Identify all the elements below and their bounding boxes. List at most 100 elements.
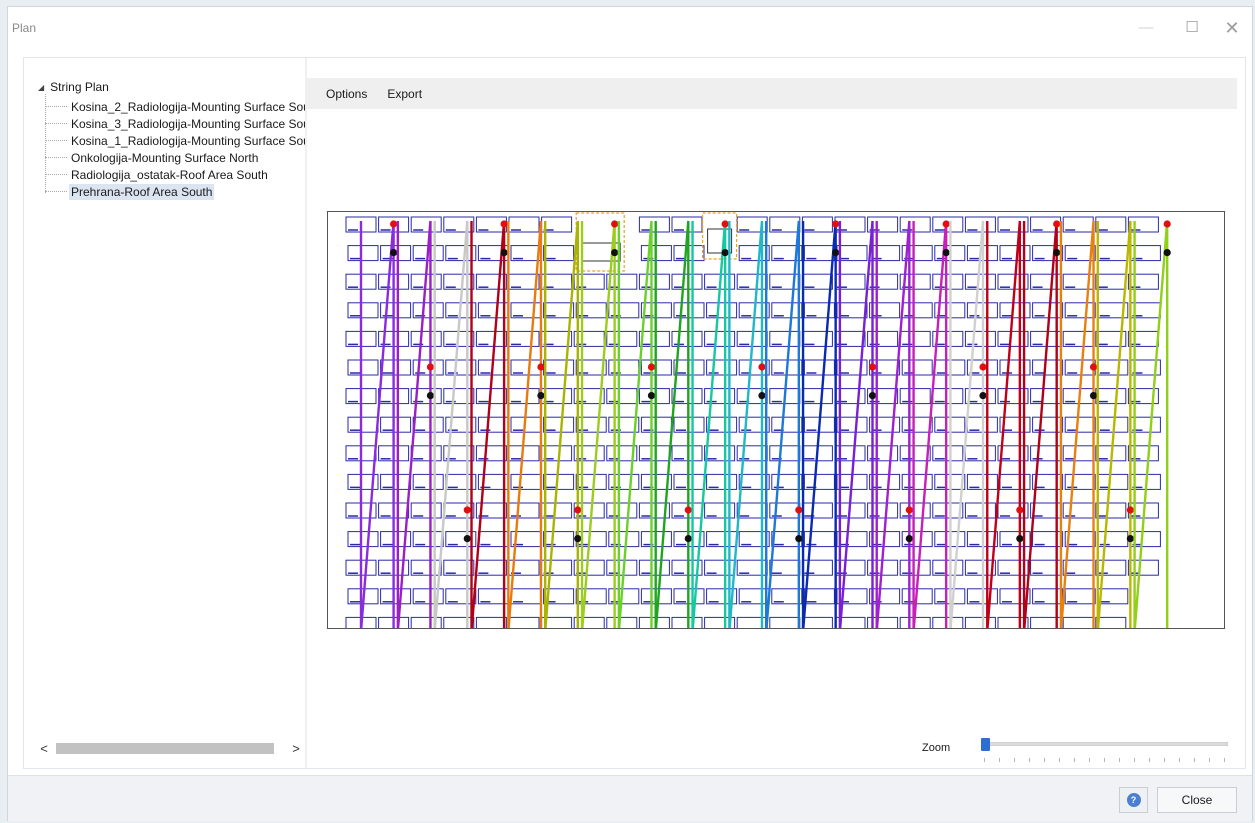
zoom-slider-thumb[interactable]: [981, 738, 990, 751]
tree-connector: [45, 140, 67, 141]
tree-item-kosina-2[interactable]: Kosina_2_Radiologija-Mounting Surface So…: [45, 98, 307, 115]
string-end-marker: [1126, 535, 1134, 543]
string-end-marker: [942, 249, 950, 257]
tree-item-label: Radiologija_ostatak-Roof Area South: [71, 167, 268, 182]
string-start-marker: [905, 506, 913, 514]
string-line: [359, 220, 395, 628]
zoom-tick: [1149, 758, 1150, 762]
pv-module: [769, 616, 801, 628]
pv-module: [1095, 616, 1127, 628]
string-end-marker: [795, 535, 803, 543]
plan-panel: Options Export Zoom: [307, 58, 1245, 768]
string-start-marker: [1163, 220, 1171, 228]
minimize-button[interactable]: —: [1126, 15, 1166, 41]
string-end-marker: [979, 392, 987, 400]
tree-item-radiologija-ostatak[interactable]: Radiologija_ostatak-Roof Area South: [45, 166, 307, 183]
string-start-marker: [463, 506, 471, 514]
string-start-marker: [942, 220, 950, 228]
tree-horizontal-scrollbar[interactable]: < >: [36, 740, 304, 757]
zoom-tick: [1089, 758, 1090, 762]
string-start-marker: [758, 363, 766, 371]
string-end-marker: [463, 535, 471, 543]
string-line: [1059, 220, 1095, 628]
string-start-marker: [721, 220, 729, 228]
string-end-marker: [647, 392, 656, 400]
string-end-marker: [832, 249, 840, 257]
tree-item-onkologija[interactable]: Onkologija-Mounting Surface North: [45, 149, 307, 166]
zoom-label: Zoom: [922, 742, 951, 754]
string-end-marker: [1053, 249, 1061, 257]
tree-connector: [45, 157, 67, 158]
pv-module: [932, 616, 964, 628]
title-bar: Plan — ☐ ✕: [8, 7, 1252, 51]
obstacle: [707, 228, 733, 254]
string-start-marker: [1089, 363, 1098, 371]
collapse-triangle-icon[interactable]: ◢: [38, 83, 44, 92]
string-start-marker: [832, 220, 840, 228]
string-end-marker: [611, 249, 619, 257]
tree-root-string-plan[interactable]: ◢ String Plan: [38, 80, 109, 94]
string-end-marker: [1016, 535, 1024, 543]
string-start-marker: [795, 506, 803, 514]
string-plan-canvas[interactable]: [327, 211, 1225, 629]
zoom-tick: [1194, 758, 1195, 762]
scrollbar-thumb[interactable]: [56, 743, 274, 754]
scroll-left-icon[interactable]: <: [36, 740, 52, 757]
string-end-marker: [500, 249, 508, 257]
window-title: Plan: [12, 21, 37, 35]
pv-module: [1062, 616, 1094, 628]
tree-item-kosina-3[interactable]: Kosina_3_Radiologija-Mounting Surface So…: [45, 115, 307, 132]
string-end-marker: [684, 535, 692, 543]
maximize-button[interactable]: ☐: [1172, 15, 1212, 41]
tree-item-label: Prehrana-Roof Area South: [69, 183, 215, 200]
zoom-slider-track[interactable]: [984, 742, 1228, 746]
string-end-marker: [1163, 249, 1171, 257]
close-window-button[interactable]: ✕: [1212, 15, 1252, 41]
tree-root-label: String Plan: [50, 80, 109, 94]
close-button[interactable]: Close: [1157, 787, 1237, 813]
string-start-marker: [500, 220, 508, 228]
string-line: [1133, 220, 1169, 628]
string-start-marker: [684, 506, 692, 514]
string-start-marker: [647, 363, 656, 371]
string-start-marker: [979, 363, 987, 371]
string-line: [986, 220, 1022, 628]
tree-item-label: Onkologija-Mounting Surface North: [71, 150, 259, 165]
content-area: ◢ String Plan Kosina_2_Radiologija-Mount…: [23, 57, 1246, 769]
tree-item-prehrana[interactable]: Prehrana-Roof Area South: [45, 183, 307, 200]
string-line: [617, 220, 653, 628]
string-line: [507, 220, 543, 628]
zoom-tick: [1104, 758, 1105, 762]
menu-export[interactable]: Export: [377, 87, 432, 101]
string-plan-tree: ◢ String Plan Kosina_2_Radiologija-Mount…: [24, 58, 307, 768]
string-end-marker: [758, 392, 766, 400]
scroll-right-icon[interactable]: >: [288, 740, 304, 757]
tree-connector: [45, 174, 67, 175]
string-start-marker: [574, 506, 582, 514]
string-line: [875, 220, 911, 628]
zoom-tick: [1029, 758, 1030, 762]
string-plan-drawing: [345, 212, 1171, 628]
string-end-marker: [390, 249, 398, 257]
pv-module: [606, 616, 638, 628]
pv-module: [671, 616, 703, 628]
string-line: [1022, 220, 1058, 628]
zoom-tick: [1224, 758, 1225, 762]
string-start-marker: [426, 363, 435, 371]
tree-connector: [45, 191, 67, 192]
menu-bar: Options Export: [307, 78, 1237, 109]
help-button[interactable]: ?: [1119, 787, 1148, 813]
pv-module: [638, 616, 670, 628]
string-end-marker: [721, 249, 729, 257]
pv-module: [508, 616, 540, 628]
string-end-marker: [1089, 392, 1098, 400]
string-start-marker: [868, 363, 877, 371]
string-end-marker: [574, 535, 582, 543]
tree-connector: [45, 106, 67, 107]
zoom-tick: [1119, 758, 1120, 762]
string-line: [765, 220, 801, 628]
string-line: [433, 220, 469, 628]
tree-item-kosina-1[interactable]: Kosina_1_Radiologija-Mounting Surface So…: [45, 132, 307, 149]
menu-options[interactable]: Options: [307, 87, 377, 101]
tree-item-label: Kosina_1_Radiologija-Mounting Surface So…: [71, 133, 307, 148]
